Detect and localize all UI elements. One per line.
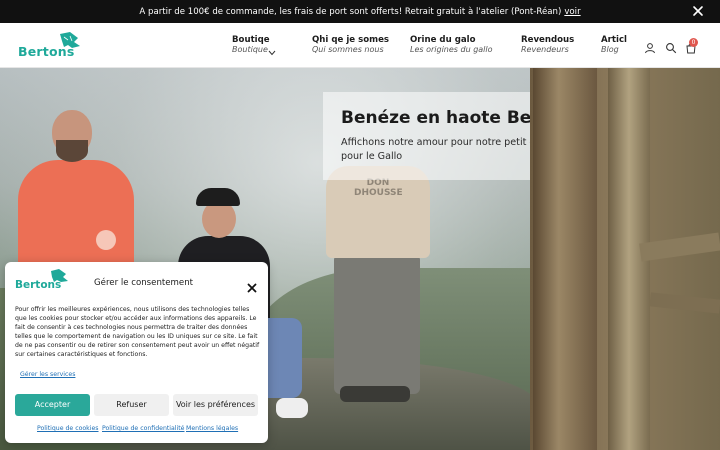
announcement-link[interactable]: voir <box>564 7 580 17</box>
sweater-patch <box>96 230 116 250</box>
fence-post <box>533 68 597 450</box>
site-header: Bertons Boutiqe Boutique Qhi qe je somes… <box>0 23 720 68</box>
nav-item-origines-gallo[interactable]: Orine du galo Les origines du gallo <box>410 35 493 55</box>
nav-item-boutique[interactable]: Boutiqe Boutique <box>232 35 276 56</box>
nav-item-subtitle: Revendeurs <box>521 45 569 54</box>
hero-text-panel: Benéze en haote Bertè Affichons notre am… <box>323 92 530 180</box>
nav-item-title: Boutiqe <box>232 35 270 45</box>
nav-item-qui-sommes-nous[interactable]: Qhi qe je somes Qui sommes nous <box>312 35 389 55</box>
consent-body: Pour offrir les meilleures expériences, … <box>15 306 260 359</box>
accept-button[interactable]: Accepter <box>15 394 90 416</box>
nav-item-title: Articl <box>601 35 627 45</box>
chevron-down-icon <box>268 41 276 56</box>
hero-subtitle-line-2: pour le Gallo <box>341 151 403 162</box>
preferences-button[interactable]: Voir les préférences <box>173 394 258 416</box>
hero-title: Benéze en haote Bertè <box>341 108 530 128</box>
account-icon[interactable] <box>644 39 656 54</box>
nav-item-blog[interactable]: Articl Blog <box>601 35 627 55</box>
nav-item-title: Orine du galo <box>410 35 476 45</box>
nav-item-subtitle: Qui sommes nous <box>312 45 384 54</box>
announcement-bar: A partir de 100€ de commande, les frais … <box>0 0 720 23</box>
legal-notice-link[interactable]: Mentions légales <box>186 425 238 432</box>
nav-item-revendeurs[interactable]: Revendous Revendeurs <box>521 35 574 55</box>
nav-item-subtitle: Les origines du gallo <box>410 45 493 54</box>
close-icon[interactable] <box>247 278 257 293</box>
nav-item-subtitle: Blog <box>601 45 619 54</box>
search-icon[interactable] <box>665 39 677 54</box>
close-icon[interactable] <box>690 3 706 19</box>
consent-title: Gérer le consentement <box>94 278 194 288</box>
logo-text: Bertons <box>18 44 75 59</box>
person-cap <box>196 188 240 206</box>
tshirt-print: DON DHOUSSE <box>354 178 403 198</box>
person-grey-trousers <box>334 254 420 394</box>
consent-modal: Bertons Gérer le consentement Pour offri… <box>5 262 268 443</box>
person-beard <box>56 140 88 162</box>
consent-logo-text: Bertons <box>15 279 62 291</box>
nav-item-title: Qhi qe je somes <box>312 35 390 45</box>
hero-subtitle: Affichons notre amour pour notre petit c… <box>341 136 530 164</box>
refuse-button[interactable]: Refuser <box>94 394 169 416</box>
announcement-text: A partir de 100€ de commande, les frais … <box>139 6 562 17</box>
hero-subtitle-line-1: Affichons notre amour pour notre petit c… <box>341 137 530 148</box>
privacy-policy-link[interactable]: Politique de confidentialité <box>102 425 184 432</box>
manage-services-link[interactable]: Gérer les services <box>20 371 75 378</box>
brand-logo[interactable]: Bertons <box>18 32 82 60</box>
person-sneaker <box>276 398 308 418</box>
cookie-policy-link[interactable]: Politique de cookies <box>37 425 99 432</box>
nav-item-title: Revendous <box>521 35 575 45</box>
person-shoes <box>340 386 410 402</box>
consent-logo: Bertons <box>15 269 69 293</box>
cart-count-badge: 0 <box>689 38 698 47</box>
nav-item-subtitle: Boutique <box>232 45 268 54</box>
